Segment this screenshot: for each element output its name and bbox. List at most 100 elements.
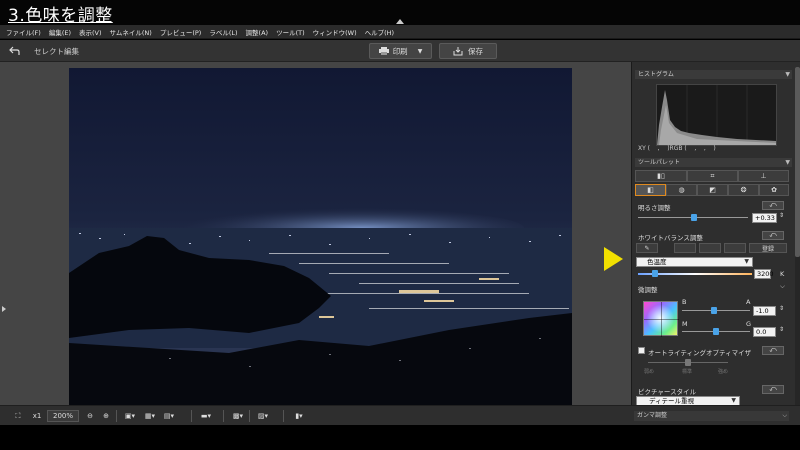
menu-window[interactable]: ウィンドウ(W) [313,27,357,37]
wb-mode-select[interactable]: 色温度 ▼ [636,257,753,267]
auto-lighting-checkbox[interactable] [638,347,645,354]
stepper-arrows-icon[interactable]: ⇕ [779,305,784,312]
display-mode-icon[interactable]: ▬▾ [197,410,215,422]
save-icon [453,46,463,55]
scroll-thumb[interactable] [795,67,800,257]
auto-lighting-level-slider[interactable] [648,358,728,367]
zoom-level-value: 200% [52,412,73,420]
color-warning-icon[interactable]: ▨▾ [254,410,272,422]
ba-thumb[interactable] [711,307,717,314]
color-temp-thumb[interactable] [652,270,658,277]
tone-curve-tab-icon[interactable]: ◍ [666,184,697,196]
info-panel-icon[interactable]: ▮▾ [290,410,308,422]
zoom-out-icon[interactable]: ⊖ [84,410,96,422]
color-balance-grid[interactable] [643,301,679,337]
color-temp-slider[interactable] [638,269,752,278]
picture-style-label: ピクチャースタイル [638,388,697,396]
menu-view[interactable]: 表示(V) [79,27,102,37]
collapse-arrow-icon[interactable]: ▼ [785,70,790,79]
zoom-level-select[interactable]: 200% [47,410,79,422]
night-city-photo [69,68,572,405]
level-strong-label: 強め [718,369,729,375]
dropdown-arrow-icon[interactable]: ▼ [418,48,423,55]
white-balance-label: ホワイトバランス調整 [638,234,703,242]
wb-preset-button-2[interactable] [699,243,721,253]
highlight-warning-icon[interactable]: ▩▾ [229,410,247,422]
collapse-arrow-icon[interactable]: ▼ [785,158,790,167]
menu-help[interactable]: ヘルプ(H) [365,27,394,37]
zoom-one-button[interactable]: x1 [30,410,44,422]
save-button[interactable]: 保存 [439,43,497,59]
menu-thumbnail[interactable]: サムネイル(N) [110,27,152,37]
menu-edit[interactable]: 編集(E) [49,27,71,37]
slide-title: 3.色味を調整 [8,6,113,26]
auto-lighting-reset-button[interactable]: ⤺ [762,346,784,355]
expand-chevron-icon[interactable]: ⌵ [782,411,787,421]
b-label: B [682,298,687,306]
menu-label[interactable]: ラベル(L) [209,27,237,37]
ba-slider[interactable] [682,306,750,315]
curve-tab-icon[interactable]: ◩ [697,184,728,196]
ba-value[interactable]: -1.0 [753,306,776,316]
mg-thumb[interactable] [713,328,719,335]
brightness-value[interactable]: +0.33 [752,213,777,223]
stepper-arrows-icon[interactable]: ⇕ [779,212,784,219]
af-point-icon[interactable]: ▣▾ [121,410,139,422]
eyedropper-icon[interactable]: ✎ [636,243,658,253]
wb-preset-button-1[interactable] [674,243,696,253]
crop-tool-icon[interactable]: ⌗ [687,170,738,182]
level-weak-label: 弱め [644,369,655,375]
fine-adjust-label: 微調整 [638,286,658,294]
picture-style-value: ディテール重視 [649,397,695,405]
gamma-section: ガンマ調整 ⌵ [631,405,800,425]
menu-file[interactable]: ファイル(F) [6,27,41,37]
wb-preset-button-3[interactable] [724,243,746,253]
picture-style-select[interactable]: ディテール重視 ▼ [636,396,740,405]
zoom-in-icon[interactable]: ⊕ [100,410,112,422]
fit-screen-icon[interactable]: ⛶ [12,410,24,422]
basic-adjust-tab-icon[interactable]: ◧ [635,184,666,196]
brightness-reset-button[interactable]: ⤺ [762,201,784,210]
brightness-label: 明るさ調整 [638,204,671,212]
expand-left-icon[interactable] [2,306,6,312]
panel-scrollbar[interactable] [795,67,800,405]
menu-preview[interactable]: プレビュー(P) [160,27,202,37]
histogram-header[interactable]: ヒストグラム ▼ [635,70,792,79]
collapse-caret-icon[interactable] [396,18,404,24]
printer-icon [378,47,389,55]
stamp-tool-icon[interactable]: ⊥ [738,170,789,182]
auto-lighting-label: オートライティングオプティマイザ [648,349,752,357]
menu-tools[interactable]: ツール(T) [276,27,305,37]
compare-tool-icon[interactable]: ▮▯ [635,170,687,182]
back-arrow-icon [8,46,20,55]
picture-style-reset-button[interactable]: ⤺ [762,385,784,394]
xy-rgb-readout: XY ( , )RGB ( , , ) [638,145,716,152]
settings-tab-icon[interactable]: ✿ [759,184,789,196]
wb-register-button[interactable]: 登録 [749,243,787,253]
select-caret-icon: ▼ [744,258,749,265]
wb-register-label: 登録 [761,245,774,253]
tool-palette-header[interactable]: ツールパレット ▼ [635,158,792,167]
mode-label: セレクト編集 [34,47,79,56]
grid-icon[interactable]: ▦▾ [141,410,159,422]
color-temp-value[interactable]: 3200 [754,269,774,279]
level-standard-label: 標準 [682,369,693,375]
gamma-label: ガンマ調整 [637,412,668,419]
auto-lighting-thumb[interactable] [685,359,691,366]
back-button[interactable] [7,44,21,58]
brightness-thumb[interactable] [691,214,697,221]
expand-chevron-icon[interactable]: ⌵ [780,282,785,291]
gamma-header[interactable]: ガンマ調整 ⌵ [634,411,789,421]
color-tab-icon[interactable]: ❂ [728,184,759,196]
histogram-graph [656,84,777,146]
menu-adjust[interactable]: 調整(A) [246,27,269,37]
wb-reset-button[interactable]: ⤺ [762,231,784,240]
wb-mode-value: 色温度 [647,258,667,266]
bottom-letterbox [0,425,800,450]
stepper-arrows-icon[interactable]: ⇕ [779,326,784,333]
mg-value[interactable]: 0.0 [753,327,776,337]
mg-slider[interactable] [682,327,750,336]
brightness-slider[interactable] [638,213,748,222]
print-button[interactable]: 印刷 ▼ [369,43,432,59]
compare-view-icon[interactable]: ▤▾ [160,410,178,422]
